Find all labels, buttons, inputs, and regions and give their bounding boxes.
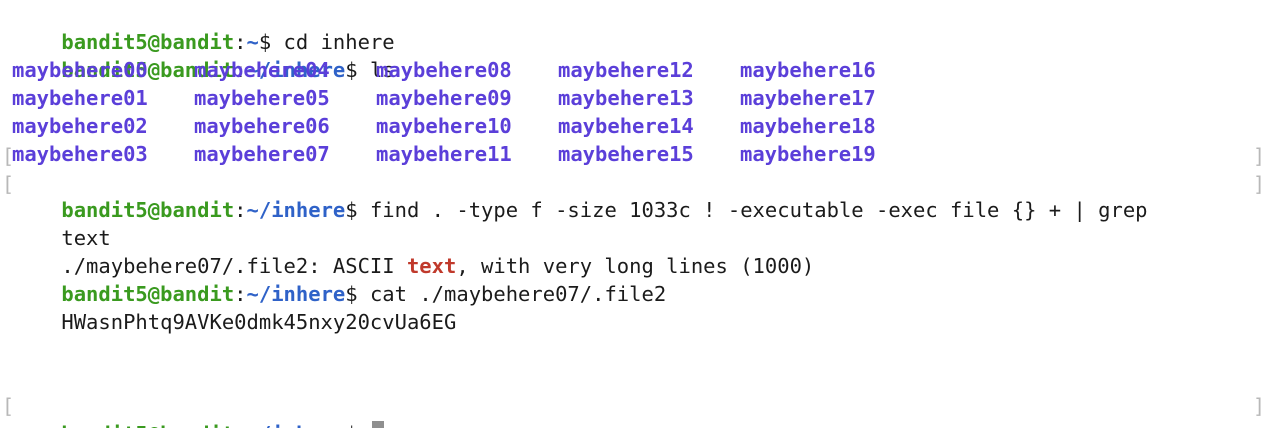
- right-bracket-mark: ]: [1252, 172, 1265, 196]
- grep-result-suffix: , with very long lines (1000): [456, 254, 815, 278]
- ls-output-row: maybehere01 maybehere05 maybehere09 mayb…: [12, 84, 1256, 112]
- prompt-user-host: bandit5@bandit: [61, 30, 235, 54]
- prompt-separator: :: [234, 30, 247, 54]
- terminal-line-find: bandit5@bandit:~/inhere$ find . -type f …: [12, 168, 1256, 222]
- prompt-dollar: $: [345, 198, 358, 222]
- prompt-path: ~: [246, 30, 259, 54]
- prompt-separator: :: [234, 422, 246, 428]
- directory-entry: maybehere12: [558, 58, 694, 82]
- grep-result-prefix: ./maybehere07/.file2: ASCII: [61, 254, 407, 278]
- directory-entry: maybehere16: [740, 58, 876, 82]
- terminal-line-cd: bandit5@bandit:~$ cd inhere: [12, 0, 1256, 54]
- directory-entry: maybehere18: [740, 114, 876, 138]
- directory-entry: maybehere15: [558, 142, 694, 166]
- prompt-path: ~/inhere: [246, 282, 346, 306]
- prompt-user-host: bandit5@bandit: [61, 198, 235, 222]
- left-bracket-mark: [: [2, 144, 15, 168]
- directory-entry: maybehere11: [376, 142, 512, 166]
- terminal-line-current-prompt[interactable]: bandit5@bandit:~/inhere$: [12, 392, 1256, 428]
- text-cursor[interactable]: [371, 421, 384, 428]
- left-bracket-mark: [: [2, 172, 15, 196]
- right-bracket-mark: ]: [1252, 394, 1265, 418]
- terminal-line-grep-result: ./maybehere07/.file2: ASCII text, with v…: [12, 224, 1256, 278]
- prompt-separator: :: [234, 282, 247, 306]
- prompt-dollar: $: [258, 30, 272, 54]
- directory-entry: maybehere08: [376, 58, 512, 82]
- directory-entry: maybehere07: [194, 142, 330, 166]
- right-bracket-mark: ]: [1252, 144, 1265, 168]
- directory-entry: maybehere04: [194, 58, 330, 82]
- ls-output-row: maybehere00 maybehere04 maybehere08 mayb…: [12, 56, 1256, 84]
- command-text-wrapped: text: [61, 226, 111, 250]
- prompt-user-host: bandit5@bandit: [61, 422, 234, 428]
- left-bracket-mark: [: [2, 394, 15, 418]
- directory-entry: maybehere00: [12, 58, 148, 82]
- directory-entry: maybehere19: [740, 142, 876, 166]
- directory-entry: maybehere02: [12, 114, 148, 138]
- password-output: HWasnPhtq9AVKe0dmk45nxy20cvUa6EG: [61, 310, 457, 334]
- directory-entry: maybehere06: [194, 114, 330, 138]
- directory-entry: maybehere14: [558, 114, 694, 138]
- terminal-window[interactable]: bandit5@bandit:~$ cd inhere bandit5@band…: [0, 0, 1268, 428]
- prompt-dollar: $: [345, 422, 357, 428]
- directory-entry: maybehere13: [558, 86, 694, 110]
- prompt-separator: :: [234, 198, 247, 222]
- prompt-path: ~/inhere: [246, 198, 346, 222]
- directory-entry: maybehere17: [740, 86, 876, 110]
- ls-output-row: maybehere03 maybehere07 maybehere11 mayb…: [12, 140, 1256, 168]
- grep-match-highlight: text: [406, 254, 457, 278]
- prompt-dollar: $: [345, 282, 358, 306]
- directory-entry: maybehere03: [12, 142, 148, 166]
- command-text: cat ./maybehere07/.file2: [357, 282, 667, 306]
- prompt-user-host: bandit5@bandit: [61, 282, 235, 306]
- ls-output-row: maybehere02 maybehere06 maybehere10 mayb…: [12, 112, 1256, 140]
- directory-entry: maybehere05: [194, 86, 330, 110]
- directory-entry: maybehere09: [376, 86, 512, 110]
- prompt-path: ~/inhere: [247, 422, 346, 428]
- command-text: find . -type f -size 1033c ! -executable…: [357, 198, 1148, 222]
- directory-entry: maybehere01: [12, 86, 148, 110]
- directory-entry: maybehere10: [376, 114, 512, 138]
- command-text: cd inhere: [271, 30, 395, 54]
